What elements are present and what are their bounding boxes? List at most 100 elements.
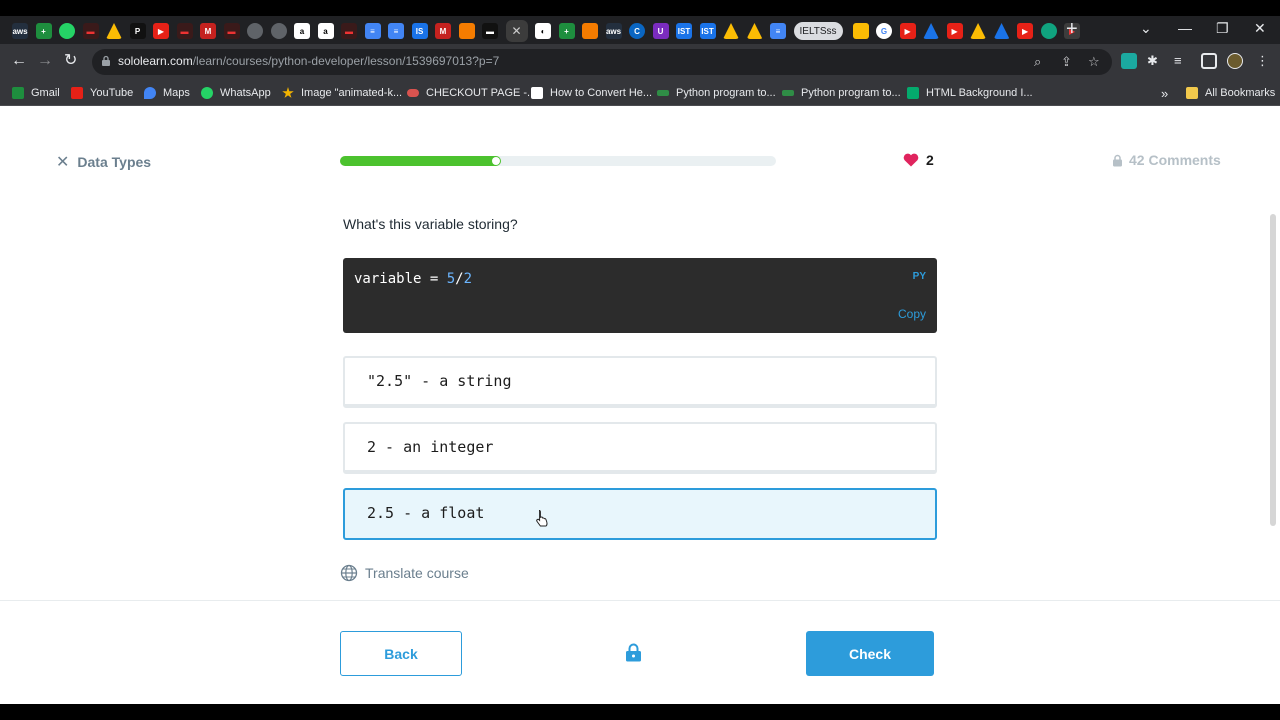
progress-knob	[492, 157, 500, 165]
tab-globe-icon[interactable]	[247, 23, 263, 39]
tab-ist-icon[interactable]: IST	[699, 23, 716, 39]
menu-kebab-icon[interactable]: ⋮	[1256, 53, 1272, 69]
code-operator: /	[455, 271, 464, 287]
tab-red-icon[interactable]: ▬	[176, 23, 193, 39]
screen: aws + ▬ P ▶ ▬ M ▬ a a ▬ ≡ ≡ IS M ▬ ✕ ◐ +…	[0, 0, 1280, 720]
tab-globe-icon[interactable]	[270, 23, 287, 39]
tab-ads-icon[interactable]	[852, 23, 869, 39]
lesson-progress-bar	[340, 156, 776, 166]
tab-gmail-icon[interactable]: M	[200, 23, 216, 39]
forward-arrow-icon[interactable]: →	[37, 52, 53, 70]
tab-codingninjas-icon[interactable]: ◐	[535, 23, 551, 39]
new-tab-button[interactable]: +	[1066, 19, 1078, 39]
tab-drive-icon[interactable]	[970, 23, 987, 39]
tab-aws-icon[interactable]: aws	[605, 23, 622, 39]
close-lesson-button[interactable]: ✕ Data Types	[56, 152, 151, 172]
tab-purple-icon[interactable]: U	[652, 23, 669, 39]
bookmark-python-2[interactable]: Python program to...	[782, 85, 901, 101]
bookmark-label: HTML Background I...	[926, 87, 1033, 99]
tab-whatsapp-icon[interactable]	[59, 23, 75, 39]
tab-box-icon[interactable]	[458, 23, 475, 39]
globe-icon	[340, 564, 358, 582]
address-bar[interactable]: sololearn.com/learn/courses/python-devel…	[92, 49, 1112, 75]
tab-youtube-icon[interactable]: ▶	[946, 23, 963, 39]
answer-option-string[interactable]: "2.5" - a string	[343, 356, 937, 408]
tab-google-icon[interactable]: G	[876, 23, 893, 39]
check-button[interactable]: Check	[806, 631, 934, 676]
share-icon[interactable]: ⇪	[1061, 54, 1072, 70]
profile-avatar[interactable]	[1227, 53, 1243, 69]
bookmark-star-icon[interactable]: ☆	[1088, 54, 1100, 70]
lesson-title: Data Types	[77, 154, 152, 170]
tab-docs-icon[interactable]: ≡	[388, 23, 404, 39]
bookmark-image[interactable]: Image "animated-k...	[282, 85, 402, 101]
tab-is-icon[interactable]: IS	[411, 23, 428, 39]
tab-red-icon[interactable]: ▬	[223, 23, 240, 39]
comments-button[interactable]: 42 Comments	[1112, 152, 1221, 168]
tab-drive-icon[interactable]	[106, 23, 122, 39]
tab-box-icon[interactable]	[582, 23, 598, 39]
tab-ist-icon[interactable]: IST	[676, 23, 692, 39]
tab-youtube-icon[interactable]: ▶	[899, 23, 916, 39]
media-control-icon[interactable]: ≡	[1174, 53, 1190, 69]
reload-icon[interactable]: ↻	[64, 52, 77, 70]
bookmark-gmail[interactable]: Gmail	[12, 85, 60, 101]
tab-chatgpt-icon[interactable]	[1040, 23, 1057, 39]
all-bookmarks-button[interactable]: All Bookmarks	[1186, 85, 1275, 101]
tab-red-icon[interactable]: ▬	[341, 23, 357, 39]
page-scrollbar[interactable]	[1270, 214, 1276, 526]
tab-sheets-icon[interactable]: +	[35, 23, 52, 39]
restore-icon[interactable]: ❐	[1216, 20, 1229, 37]
lesson-page: ✕ Data Types 2 42 Comments What's this v…	[0, 106, 1280, 704]
tab-aws-icon[interactable]: aws	[12, 23, 28, 39]
bookmark-html-bg[interactable]: HTML Background I...	[907, 85, 1033, 101]
translate-course-link[interactable]: Translate course	[340, 564, 469, 582]
tab-close-icon[interactable]: ✕	[505, 20, 528, 42]
extensions-puzzle-icon[interactable]: ✱	[1147, 53, 1163, 69]
bookmark-youtube[interactable]: YouTube	[71, 85, 133, 101]
lock-icon	[1113, 154, 1122, 166]
folder-icon	[1186, 87, 1198, 99]
tab-red-icon[interactable]: ▬	[82, 23, 99, 39]
bookmark-convert[interactable]: How to Convert He...	[531, 85, 652, 101]
tab-drive-icon[interactable]	[723, 23, 739, 39]
zoom-icon[interactable]: ⌕	[1034, 54, 1041, 70]
tab-dark-icon[interactable]: ▬	[482, 23, 498, 39]
tab-a-icon[interactable]	[993, 23, 1010, 39]
tab-docs-icon[interactable]: ≡	[770, 23, 786, 39]
tab-youtube-icon[interactable]: ▶	[153, 23, 169, 39]
tab-youtube-icon[interactable]: ▶	[1017, 23, 1034, 39]
tab-drive-icon[interactable]	[746, 23, 763, 39]
hearts-count: 2	[926, 152, 934, 168]
browser-toolbar: ← → ↻ sololearn.com/learn/courses/python…	[0, 44, 1280, 80]
close-window-icon[interactable]: ✕	[1254, 20, 1266, 37]
back-button[interactable]: Back	[340, 631, 462, 676]
tab-a-icon[interactable]	[923, 23, 940, 39]
tab-p-icon[interactable]: P	[129, 23, 146, 39]
bookmark-checkout[interactable]: CHECKOUT PAGE -...	[407, 85, 536, 101]
tab-c-icon[interactable]: C	[629, 23, 645, 39]
bookmark-whatsapp[interactable]: WhatsApp	[201, 85, 271, 101]
back-arrow-icon[interactable]: ←	[11, 52, 27, 70]
bookmarks-overflow-button[interactable]: »	[1161, 85, 1168, 101]
bookmark-python-1[interactable]: Python program to...	[657, 85, 776, 101]
copy-code-button[interactable]: Copy	[898, 307, 926, 321]
tab-amazon-icon[interactable]: a	[317, 23, 334, 39]
all-bookmarks-label: All Bookmarks	[1205, 87, 1276, 99]
answer-option-integer[interactable]: 2 - an integer	[343, 422, 937, 474]
extension-r-icon[interactable]	[1121, 53, 1137, 69]
hearts-counter[interactable]: 2	[903, 152, 934, 168]
tab-gmail-icon[interactable]: M	[435, 23, 451, 39]
side-panel-icon[interactable]	[1201, 53, 1217, 69]
tab-amazon-icon[interactable]: a	[294, 23, 310, 39]
bookmark-label: Python program to...	[801, 87, 901, 99]
bookmark-maps[interactable]: Maps	[144, 85, 190, 101]
answer-option-float[interactable]: 2.5 - a float	[343, 488, 937, 540]
tab-group-pill[interactable]: IELTSss	[793, 22, 843, 40]
comments-label: 42 Comments	[1129, 152, 1221, 168]
tab-docs-icon[interactable]: ≡	[364, 23, 381, 39]
minimize-icon[interactable]: —	[1178, 20, 1192, 36]
tab-sheets-icon[interactable]: +	[558, 23, 575, 39]
lock-icon[interactable]	[625, 643, 642, 662]
tab-search-icon[interactable]: ⌄	[1140, 20, 1152, 37]
